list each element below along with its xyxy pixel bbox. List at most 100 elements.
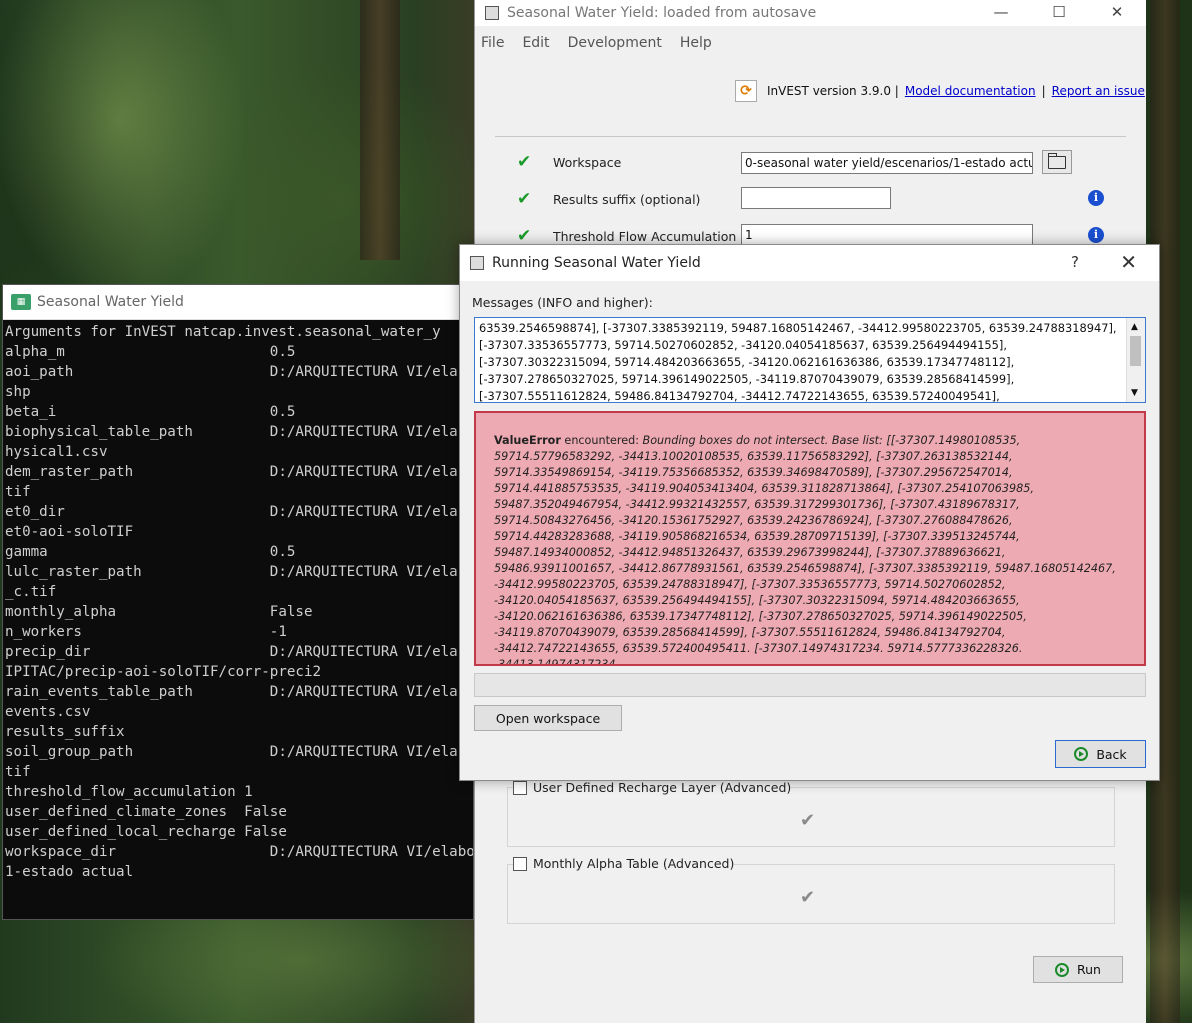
console-line: dem_raster_path D:/ARQUITECTURA VI/elab [5, 464, 467, 480]
arg-label: Threshold Flow Accumulation [553, 228, 737, 244]
console-line: beta_i 0.5 [5, 404, 296, 420]
threshold-input[interactable]: 1 [741, 224, 1033, 246]
console-line: shp [5, 384, 31, 400]
info-icon[interactable]: i [1088, 227, 1104, 243]
run-button[interactable]: Run [1033, 956, 1123, 983]
message-line: 63539.2546598874], [-37307.3385392119, 5… [479, 321, 1117, 335]
console-line: aoi_path D:/ARQUITECTURA VI/elab [5, 364, 467, 380]
progress-bar [474, 673, 1146, 697]
console-line: IPITAC/precip-aoi-soloTIF/corr-preci2 [5, 664, 322, 680]
arg-label: Workspace [553, 154, 622, 170]
console-app-icon: ▦ [11, 294, 31, 310]
menu-bar: File Edit Development Help [475, 26, 1146, 60]
version-text: InVEST version 3.9.0 | [767, 84, 899, 98]
running-dialog[interactable]: Running Seasonal Water Yield ? ✕ Message… [459, 244, 1160, 781]
group-label: Monthly Alpha Table (Advanced) [533, 856, 735, 871]
monthly-alpha-checkbox[interactable] [513, 856, 527, 871]
console-line: events.csv [5, 704, 91, 720]
console-line: et0-aoi-soloTIF [5, 524, 134, 540]
error-type: ValueError [494, 434, 561, 447]
console-output: Arguments for InVEST natcap.invest.seaso… [3, 320, 473, 920]
version-row: ⟳ InVEST version 3.9.0 | Model documenta… [735, 80, 1145, 102]
console-line: monthly_alpha False [5, 604, 313, 620]
window-icon [485, 6, 499, 20]
console-line: user_defined_climate_zones False [5, 804, 287, 820]
recharge-layer-group: ✔ [507, 787, 1115, 847]
console-title: Seasonal Water Yield [37, 294, 184, 310]
valid-check-icon: ✔ [517, 226, 532, 246]
grey-check-icon: ✔ [800, 887, 816, 908]
main-title: Seasonal Water Yield: loaded from autosa… [507, 5, 817, 21]
back-icon [1074, 747, 1089, 761]
minimize-button[interactable]: — [972, 0, 1030, 26]
tree-trunk [360, 0, 400, 260]
error-encountered: encountered: [560, 434, 643, 447]
folder-icon [1047, 152, 1066, 169]
group-label: User Defined Recharge Layer (Advanced) [533, 780, 792, 795]
link-separator: | [1041, 84, 1046, 98]
console-line: tif [5, 484, 31, 500]
console-line: biophysical_table_path D:/ARQUITECTURA V… [5, 424, 467, 440]
console-line: results_suffix [5, 724, 125, 740]
console-line: Arguments for InVEST natcap.invest.seaso… [5, 324, 441, 340]
recharge-layer-toggle[interactable]: User Defined Recharge Layer (Advanced) [513, 780, 792, 795]
console-line: gamma 0.5 [5, 544, 296, 560]
messages-label: Messages (INFO and higher): [472, 295, 653, 310]
menu-help[interactable]: Help [680, 35, 712, 51]
console-line: et0_dir D:/ARQUITECTURA VI/elab [5, 504, 467, 520]
menu-development[interactable]: Development [568, 35, 662, 51]
console-line: tif [5, 764, 31, 780]
console-line: precip_dir D:/ARQUITECTURA VI/elab [5, 644, 467, 660]
monthly-alpha-toggle[interactable]: Monthly Alpha Table (Advanced) [513, 856, 735, 871]
monthly-alpha-group: ✔ [507, 864, 1115, 924]
arg-row-threshold: ✔ Threshold Flow Accumulation [517, 226, 739, 246]
console-line: workspace_dir D:/ARQUITECTURA VI/elabor [5, 844, 473, 860]
console-titlebar[interactable]: ▦ Seasonal Water Yield [3, 285, 473, 320]
scroll-down-icon[interactable]: ▼ [1131, 388, 1138, 398]
message-line: [-37307.278650327025, 59714.396149022505… [479, 372, 1015, 386]
console-line: threshold_flow_accumulation 1 [5, 784, 253, 800]
model-documentation-link[interactable]: Model documentation [905, 84, 1036, 98]
results-suffix-input[interactable] [741, 187, 891, 209]
run-label: Run [1077, 962, 1101, 977]
dialog-title: Running Seasonal Water Yield [492, 255, 701, 271]
main-titlebar[interactable]: Seasonal Water Yield: loaded from autosa… [475, 0, 1146, 26]
divider [495, 136, 1126, 137]
console-window[interactable]: ▦ Seasonal Water Yield Arguments for InV… [2, 284, 474, 920]
grey-check-icon: ✔ [800, 810, 816, 831]
run-icon [1055, 962, 1070, 977]
open-workspace-button[interactable]: Open workspace [474, 705, 622, 731]
dialog-titlebar[interactable]: Running Seasonal Water Yield ? ✕ [460, 245, 1159, 281]
message-line: [-37307.30322315094, 59714.484203663655,… [479, 355, 1015, 369]
console-line: alpha_m 0.5 [5, 344, 296, 360]
dialog-close-button[interactable]: ✕ [1120, 250, 1137, 274]
back-label: Back [1096, 746, 1127, 762]
console-line: lulc_raster_path D:/ARQUITECTURA VI/elab [5, 564, 467, 580]
console-line: soil_group_path D:/ARQUITECTURA VI/elab [5, 744, 467, 760]
browse-folder-button[interactable] [1042, 150, 1072, 174]
scroll-up-icon[interactable]: ▲ [1131, 322, 1138, 332]
console-line: 1-estado actual [5, 864, 134, 880]
message-line: [-37307.55511612824, 59486.84134792704, … [479, 389, 1000, 403]
report-issue-link[interactable]: Report an issue [1052, 84, 1145, 98]
error-message: Bounding boxes do not intersect. Base li… [494, 434, 1116, 666]
messages-scrollbar[interactable]: ▲ ▼ [1126, 318, 1145, 402]
recharge-layer-checkbox[interactable] [513, 780, 527, 795]
maximize-button[interactable]: ☐ [1030, 0, 1088, 26]
scroll-thumb[interactable] [1130, 336, 1141, 366]
help-button[interactable]: ? [1071, 253, 1079, 271]
close-button[interactable]: ✕ [1088, 0, 1146, 26]
menu-edit[interactable]: Edit [522, 35, 549, 51]
back-button[interactable]: Back [1055, 740, 1146, 768]
arg-row-results-suffix: ✔ Results suffix (optional) [517, 189, 739, 209]
messages-box[interactable]: 63539.2546598874], [-37307.3385392119, 5… [474, 317, 1146, 403]
error-box: ValueError encountered: Bounding boxes d… [474, 411, 1146, 666]
console-line: rain_events_table_path D:/ARQUITECTURA V… [5, 684, 467, 700]
workspace-input[interactable]: 0-seasonal water yield/escenarios/1-esta… [741, 152, 1033, 174]
refresh-icon[interactable]: ⟳ [735, 80, 757, 102]
console-line: n_workers -1 [5, 624, 287, 640]
menu-file[interactable]: File [481, 35, 504, 51]
info-icon[interactable]: i [1088, 190, 1104, 206]
window-icon [470, 256, 484, 270]
arg-row-workspace: ✔ Workspace [517, 152, 739, 172]
